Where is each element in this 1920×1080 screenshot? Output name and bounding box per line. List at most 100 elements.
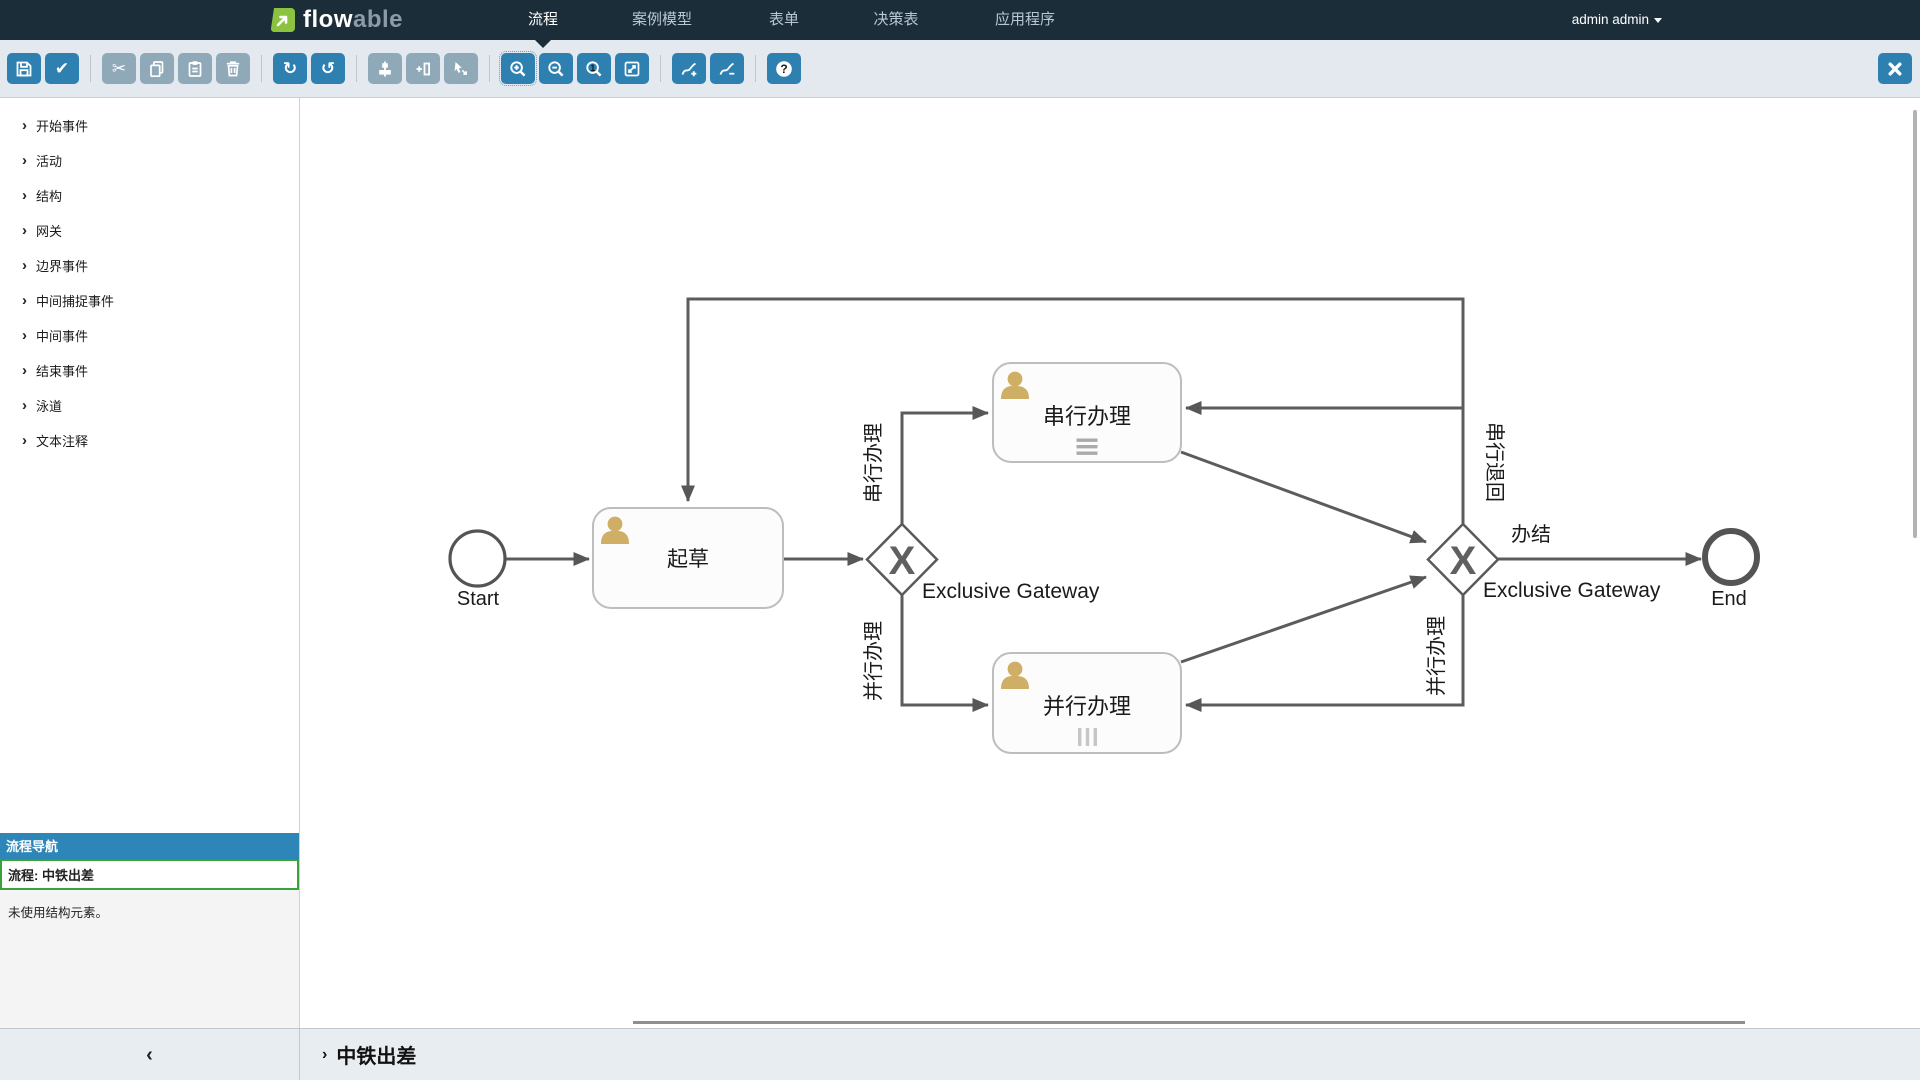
edge-label-complete: 办结 bbox=[1511, 523, 1551, 546]
tab-decision-tables[interactable]: 决策表 bbox=[873, 0, 918, 40]
copy-button[interactable] bbox=[140, 53, 174, 84]
palette-group-start-events[interactable]: ›开始事件 bbox=[0, 108, 299, 143]
edge-label-to-serial: 串行办理 bbox=[862, 423, 885, 503]
paste-icon bbox=[185, 59, 205, 79]
chevron-right-icon: › bbox=[322, 1046, 327, 1064]
chevron-down-icon bbox=[1654, 18, 1662, 23]
process-navigator-panel: 流程导航 流程: 中铁出差 未使用结构元素。 bbox=[0, 833, 299, 1028]
zoom-actual-button[interactable]: 1 bbox=[577, 53, 611, 84]
undo-button[interactable]: ↺ bbox=[311, 53, 345, 84]
user-menu[interactable]: admin admin bbox=[1572, 0, 1662, 40]
sidebar-footer: ‹ bbox=[0, 1029, 300, 1080]
move-bendpoint-button[interactable] bbox=[444, 53, 478, 84]
paste-button[interactable] bbox=[178, 53, 212, 84]
add-bendpoint-icon bbox=[679, 59, 699, 79]
end-event-label: End bbox=[1711, 588, 1747, 610]
flowable-logo-text: flowable bbox=[303, 6, 403, 34]
palette-group-label: 文本注释 bbox=[36, 431, 88, 450]
active-tab-pointer-icon bbox=[535, 40, 551, 48]
edge-parallel-to-gateway2[interactable] bbox=[1181, 577, 1426, 662]
same-size-icon bbox=[413, 59, 433, 79]
palette-group-intermediate-events[interactable]: ›中间事件 bbox=[0, 318, 299, 353]
palette-group-gateways[interactable]: › 网关 bbox=[0, 213, 299, 248]
chevron-right-icon: › bbox=[22, 432, 27, 449]
flowable-logo-icon bbox=[270, 7, 296, 33]
editor-toolbar: ✔ ✂ ↻ ↺ bbox=[0, 40, 1920, 98]
svg-text:1: 1 bbox=[590, 63, 595, 73]
diagram-canvas[interactable]: Start 起草 串行办理 并行办理 bbox=[300, 98, 1920, 1028]
horizontal-scrollbar[interactable] bbox=[633, 1021, 1745, 1024]
gateway1-label: Exclusive Gateway bbox=[922, 580, 1100, 603]
toolbar-separator bbox=[755, 55, 756, 82]
bpmn-diagram: Start 起草 串行办理 并行办理 bbox=[300, 98, 1920, 1028]
same-size-button[interactable] bbox=[406, 53, 440, 84]
remove-bendpoint-button[interactable] bbox=[710, 53, 744, 84]
tab-case-models[interactable]: 案例模型 bbox=[632, 0, 692, 40]
tab-apps[interactable]: 应用程序 bbox=[995, 0, 1055, 40]
chevron-right-icon: › bbox=[22, 362, 27, 379]
zoom-actual-icon: 1 bbox=[584, 59, 604, 79]
align-button[interactable] bbox=[368, 53, 402, 84]
palette-sidebar: ›开始事件 ›活动 ›结构 ›网关 ›边界事件 ›中间捕捉事件 ›中间事件 ›结… bbox=[0, 98, 300, 1028]
palette-group-text-annotation[interactable]: › 文本注释 bbox=[0, 423, 299, 458]
sequential-multi-instance-icon bbox=[1077, 439, 1098, 455]
trash-icon bbox=[223, 59, 243, 79]
palette-group-swimlanes[interactable]: ›泳道 bbox=[0, 388, 299, 423]
toolbar-separator bbox=[90, 55, 91, 82]
vertical-scrollbar[interactable] bbox=[1913, 110, 1917, 538]
edge-label-to-parallel: 并行办理 bbox=[862, 621, 885, 701]
user-menu-label: admin admin bbox=[1572, 0, 1649, 40]
zoom-fit-button[interactable] bbox=[615, 53, 649, 84]
palette-group-label: 网关 bbox=[36, 221, 62, 240]
add-bendpoint-button[interactable] bbox=[672, 53, 706, 84]
copy-icon bbox=[147, 59, 167, 79]
palette-group-label: 泳道 bbox=[36, 396, 62, 415]
toolbar-separator bbox=[660, 55, 661, 82]
palette-group-intermediate-catching-events[interactable]: › 中间捕捉事件 bbox=[0, 283, 299, 318]
help-button[interactable]: ? bbox=[767, 53, 801, 84]
chevron-right-icon: › bbox=[22, 327, 27, 344]
palette-group-label: 中间捕捉事件 bbox=[36, 291, 114, 310]
delete-button[interactable] bbox=[216, 53, 250, 84]
edge-gateway1-to-parallel[interactable] bbox=[902, 595, 988, 705]
palette-group-activities[interactable]: ›活动 bbox=[0, 143, 299, 178]
help-icon: ? bbox=[774, 59, 794, 79]
flowable-logo[interactable]: flowable bbox=[270, 6, 403, 34]
redo-button[interactable]: ↻ bbox=[273, 53, 307, 84]
gateway-x-icon: X bbox=[889, 539, 916, 583]
tab-process[interactable]: 流程 bbox=[528, 0, 558, 40]
task-parallel-label: 并行办理 bbox=[1043, 694, 1131, 719]
palette-group-end-events[interactable]: ›结束事件 bbox=[0, 353, 299, 388]
edge-serial-to-gateway2[interactable] bbox=[1181, 452, 1426, 542]
save-button[interactable] bbox=[7, 53, 41, 84]
chevron-right-icon: › bbox=[22, 257, 27, 274]
palette-group-label: 活动 bbox=[36, 151, 62, 170]
chevron-right-icon: › bbox=[22, 292, 27, 309]
process-breadcrumb[interactable]: › 中铁出差 bbox=[300, 1029, 1920, 1080]
palette-group-structure[interactable]: ›结构 bbox=[0, 178, 299, 213]
edge-label-parallel-return: 并行办理 bbox=[1425, 616, 1448, 696]
zoom-out-button[interactable] bbox=[539, 53, 573, 84]
close-icon bbox=[1885, 59, 1905, 79]
navigator-selected-process[interactable]: 流程: 中铁出差 bbox=[0, 859, 299, 890]
cursor-bendpoint-icon bbox=[451, 59, 471, 79]
task-serial-label: 串行办理 bbox=[1043, 404, 1131, 429]
remove-bendpoint-icon bbox=[717, 59, 737, 79]
cut-button[interactable]: ✂ bbox=[102, 53, 136, 84]
zoom-in-button[interactable] bbox=[501, 53, 535, 84]
chevron-right-icon: › bbox=[22, 222, 27, 239]
end-event[interactable] bbox=[1705, 531, 1757, 583]
align-icon bbox=[375, 59, 395, 79]
tab-forms[interactable]: 表单 bbox=[769, 0, 799, 40]
collapse-sidebar-button[interactable]: ‹ bbox=[146, 1045, 153, 1065]
start-event[interactable] bbox=[450, 531, 505, 586]
top-navbar: flowable 流程 案例模型 表单 决策表 应用程序 admin admin bbox=[0, 0, 1920, 40]
undo-icon: ↺ bbox=[321, 60, 335, 77]
scissors-icon: ✂ bbox=[112, 60, 126, 77]
edge-gateway1-to-serial[interactable] bbox=[902, 413, 988, 524]
redo-icon: ↻ bbox=[283, 60, 297, 77]
start-event-label: Start bbox=[457, 588, 500, 610]
palette-group-boundary-events[interactable]: ›边界事件 bbox=[0, 248, 299, 283]
validate-button[interactable]: ✔ bbox=[45, 53, 79, 84]
close-editor-button[interactable] bbox=[1878, 53, 1912, 84]
